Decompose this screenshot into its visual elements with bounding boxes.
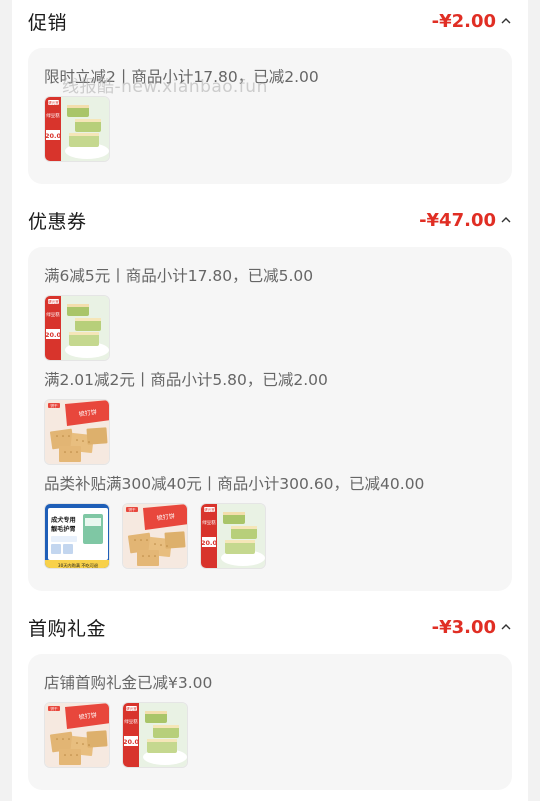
section-header[interactable]: 促销 -¥2.00	[28, 6, 512, 36]
svg-text:健元堂: 健元堂	[204, 507, 215, 512]
section-title: 首购礼金	[28, 617, 107, 640]
svg-text:绿豆糕: 绿豆糕	[202, 519, 216, 526]
discount-card: 满6减5元丨商品小计17.80，已减5.00 健元堂 绿豆糕 20.0 满2.0…	[28, 247, 512, 591]
product-thumbs: 成犬专用 靓毛护胃 30天内购满 不吃可退 梳打饼 饼干 健元堂 绿豆糕 20.…	[44, 503, 266, 569]
product-thumb-dog-food[interactable]: 成犬专用 靓毛护胃 30天内购满 不吃可退	[44, 503, 110, 569]
product-thumb-crackers[interactable]: 梳打饼 饼干	[44, 399, 110, 465]
discount-line: 品类补贴满300减40元丨商品小计300.60，已减40.00	[44, 475, 425, 493]
section-amount: -¥47.00	[419, 209, 496, 231]
svg-text:绿豆糕: 绿豆糕	[46, 112, 60, 119]
product-thumb-crackers[interactable]: 梳打饼 饼干	[122, 503, 188, 569]
discount-card: 限时立减2丨商品小计17.80，已减2.00 健元堂 绿豆糕 20.0	[28, 48, 512, 184]
svg-text:20.0: 20.0	[45, 331, 61, 339]
svg-text:饼干: 饼干	[50, 403, 58, 408]
chevron-up-icon[interactable]	[500, 621, 512, 633]
discount-line: 满2.01减2元丨商品小计5.80，已减2.00	[44, 371, 328, 389]
svg-text:20.0: 20.0	[201, 539, 217, 547]
section-amount: -¥2.00	[431, 10, 496, 32]
discount-line: 满6减5元丨商品小计17.80，已减5.00	[44, 267, 314, 285]
section-header[interactable]: 优惠券 -¥47.00	[28, 205, 512, 235]
product-thumbs: 梳打饼 饼干	[44, 399, 110, 465]
svg-text:20.0: 20.0	[123, 738, 139, 746]
product-thumb-matcha-cake[interactable]: 健元堂 绿豆糕 20.0	[44, 96, 110, 162]
discount-detail-panel: 促销 -¥2.00 限时立减2丨商品小计17.80，已减2.00 健元堂 绿豆糕…	[12, 0, 528, 801]
svg-text:饼干: 饼干	[50, 706, 58, 711]
section-title: 促销	[28, 11, 68, 34]
product-thumb-matcha-cake[interactable]: 健元堂 绿豆糕 20.0	[44, 295, 110, 361]
product-thumbs: 健元堂 绿豆糕 20.0	[44, 96, 110, 162]
svg-text:健元堂: 健元堂	[48, 100, 59, 105]
section-title: 优惠券	[28, 210, 87, 233]
svg-text:靓毛护胃: 靓毛护胃	[51, 525, 76, 533]
chevron-up-icon[interactable]	[500, 214, 512, 226]
discount-line: 限时立减2丨商品小计17.80，已减2.00	[44, 68, 319, 86]
svg-text:绿豆糕: 绿豆糕	[124, 718, 138, 725]
svg-text:健元堂: 健元堂	[126, 706, 137, 711]
chevron-up-icon[interactable]	[500, 15, 512, 27]
section-amount: -¥3.00	[431, 616, 496, 638]
svg-text:饼干: 饼干	[128, 507, 136, 512]
svg-text:20.0: 20.0	[45, 132, 61, 140]
product-thumb-matcha-cake[interactable]: 健元堂 绿豆糕 20.0	[200, 503, 266, 569]
svg-text:30天内购满 不吃可退: 30天内购满 不吃可退	[58, 562, 99, 569]
svg-text:健元堂: 健元堂	[48, 299, 59, 304]
section-header[interactable]: 首购礼金 -¥3.00	[28, 612, 512, 642]
product-thumb-matcha-cake[interactable]: 健元堂 绿豆糕 20.0	[122, 702, 188, 768]
product-thumbs: 健元堂 绿豆糕 20.0	[44, 295, 110, 361]
product-thumbs: 梳打饼 饼干 健元堂 绿豆糕 20.0	[44, 702, 188, 768]
svg-text:绿豆糕: 绿豆糕	[46, 311, 60, 318]
product-thumb-crackers[interactable]: 梳打饼 饼干	[44, 702, 110, 768]
svg-text:成犬专用: 成犬专用	[51, 516, 76, 524]
discount-card: 店铺首购礼金已减¥3.00 梳打饼 饼干 健元堂 绿豆糕 20.0	[28, 654, 512, 790]
discount-line: 店铺首购礼金已减¥3.00	[44, 674, 213, 692]
